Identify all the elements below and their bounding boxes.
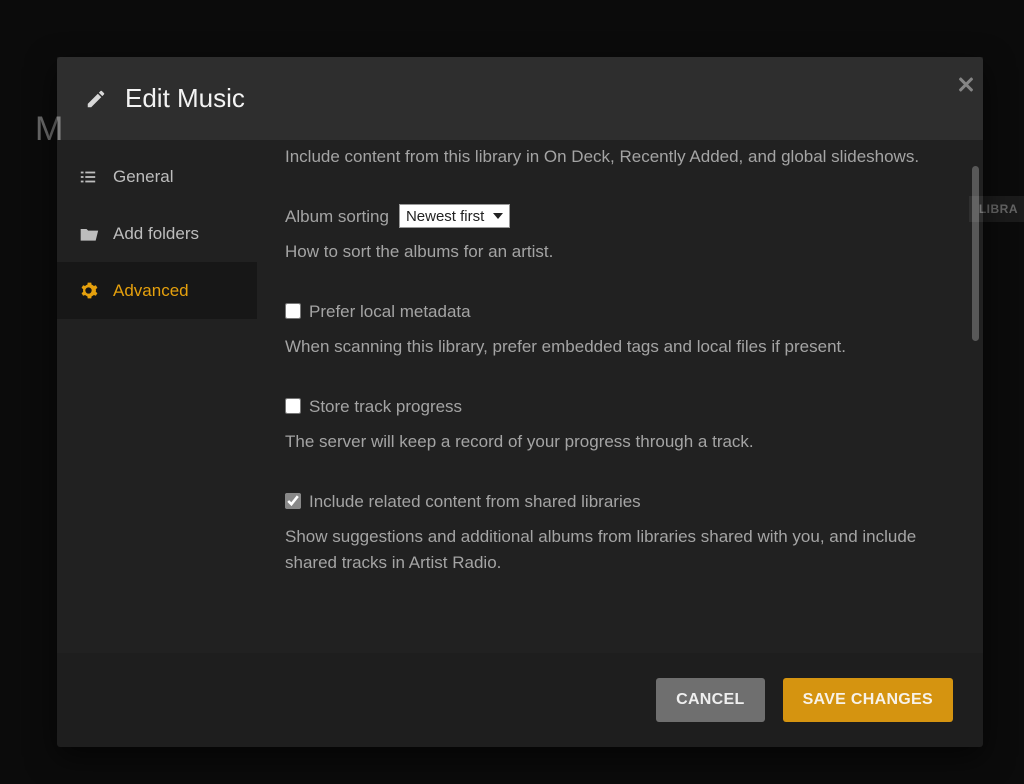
include-related-label: Include related content from shared libr… <box>309 489 641 515</box>
store-progress-row: Store track progress <box>285 394 955 420</box>
store-progress-help: The server will keep a record of your pr… <box>285 429 955 455</box>
album-sorting-help: How to sort the albums for an artist. <box>285 239 955 265</box>
prefer-local-label: Prefer local metadata <box>309 299 471 325</box>
modal-footer: CANCEL SAVE CHANGES <box>57 653 983 747</box>
album-sorting-row: Album sorting Newest first <box>285 204 955 230</box>
store-progress-checkbox[interactable] <box>285 398 301 414</box>
sidebar-item-label: Add folders <box>113 224 199 244</box>
modal-body: General Add folders Advanced Include con… <box>57 140 983 653</box>
sidebar-item-general[interactable]: General <box>57 148 257 205</box>
list-icon <box>79 168 105 186</box>
sidebar-item-add-folders[interactable]: Add folders <box>57 205 257 262</box>
album-sorting-label: Album sorting <box>285 204 389 230</box>
prefer-local-help: When scanning this library, prefer embed… <box>285 334 955 360</box>
sidebar-item-label: Advanced <box>113 281 189 301</box>
prefer-local-row: Prefer local metadata <box>285 299 955 325</box>
prefer-local-checkbox[interactable] <box>285 303 301 319</box>
pencil-icon <box>85 88 107 110</box>
sidebar: General Add folders Advanced <box>57 140 257 653</box>
cancel-button[interactable]: CANCEL <box>656 678 764 722</box>
gear-icon <box>79 281 105 300</box>
edit-library-modal: Edit Music General Add folders Ad <box>57 57 983 747</box>
sidebar-item-advanced[interactable]: Advanced <box>57 262 257 319</box>
scrollbar-thumb[interactable] <box>972 166 979 341</box>
include-related-help: Show suggestions and additional albums f… <box>285 524 955 575</box>
include-content-description: Include content from this library in On … <box>285 140 955 170</box>
modal-title: Edit Music <box>125 83 245 114</box>
store-progress-label: Store track progress <box>309 394 462 420</box>
folder-open-icon <box>79 225 105 243</box>
album-sorting-select[interactable]: Newest first <box>399 204 510 228</box>
content-panel: Include content from this library in On … <box>257 140 983 653</box>
sidebar-item-label: General <box>113 167 173 187</box>
include-related-checkbox[interactable] <box>285 493 301 509</box>
include-related-row: Include related content from shared libr… <box>285 489 955 515</box>
modal-header: Edit Music <box>57 57 983 140</box>
save-button[interactable]: SAVE CHANGES <box>783 678 953 722</box>
